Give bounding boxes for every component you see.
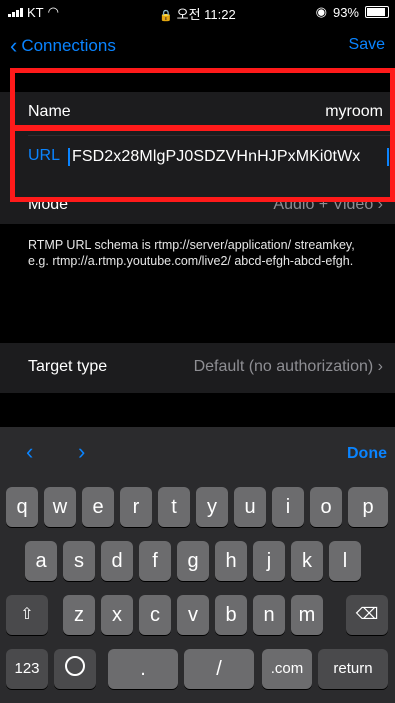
key-f[interactable]: f	[139, 541, 171, 581]
slash-key[interactable]: /	[184, 649, 254, 689]
keyboard: ‹ › Done q w e r t y u i o p a s d f g h…	[0, 427, 395, 703]
chevron-right-icon: ›	[377, 358, 383, 375]
previous-field-icon[interactable]: ‹	[26, 439, 33, 465]
highlight-box-name	[10, 68, 395, 130]
nav-bar: ‹ Connections Save	[0, 30, 395, 64]
target-type-label: Target type	[28, 358, 108, 375]
save-button[interactable]: Save	[349, 36, 385, 54]
key-j[interactable]: j	[253, 541, 285, 581]
key-e[interactable]: e	[82, 487, 114, 527]
chevron-left-icon: ‹	[10, 33, 18, 58]
backspace-key[interactable]: ⌫	[346, 595, 388, 635]
done-button[interactable]: Done	[347, 445, 387, 463]
next-field-icon[interactable]: ›	[78, 439, 85, 465]
dotcom-key[interactable]: .com	[262, 649, 312, 689]
key-u[interactable]: u	[234, 487, 266, 527]
key-g[interactable]: g	[177, 541, 209, 581]
battery-area: ◉ 93%	[316, 4, 389, 20]
key-a[interactable]: a	[25, 541, 57, 581]
key-m[interactable]: m	[291, 595, 323, 635]
key-i[interactable]: i	[272, 487, 304, 527]
key-k[interactable]: k	[291, 541, 323, 581]
target-type-value: Default (no authorization) ›	[194, 358, 383, 376]
key-l[interactable]: l	[329, 541, 361, 581]
key-b[interactable]: b	[215, 595, 247, 635]
key-n[interactable]: n	[253, 595, 285, 635]
key-d[interactable]: d	[101, 541, 133, 581]
highlight-box-url	[10, 126, 395, 202]
shift-key[interactable]: ⇧	[6, 595, 48, 635]
key-o[interactable]: o	[310, 487, 342, 527]
battery-icon	[365, 6, 389, 18]
keyboard-toolbar: ‹ › Done	[0, 427, 395, 477]
time-label: 오전 11:22	[176, 7, 236, 22]
lock-icon: 🔒	[159, 10, 173, 22]
status-bar: KT ◠ 🔒 오전 11:22 ◉ 93%	[0, 0, 395, 22]
url-help-text: RTMP URL schema is rtmp://server/applica…	[28, 238, 355, 268]
dot-key[interactable]: .	[108, 649, 178, 689]
key-y[interactable]: y	[196, 487, 228, 527]
shift-icon: ⇧	[20, 606, 34, 623]
key-c[interactable]: c	[139, 595, 171, 635]
return-key[interactable]: return	[318, 649, 388, 689]
globe-key[interactable]	[54, 649, 96, 689]
key-h[interactable]: h	[215, 541, 247, 581]
key-p[interactable]: p	[348, 487, 388, 527]
globe-icon	[65, 656, 85, 676]
key-w[interactable]: w	[44, 487, 76, 527]
battery-percent: 93%	[332, 4, 359, 20]
alarm-icon: ◉	[315, 4, 327, 19]
backspace-icon: ⌫	[355, 606, 379, 623]
target-type-value-text: Default (no authorization)	[193, 358, 374, 375]
key-z[interactable]: z	[63, 595, 95, 635]
key-q[interactable]: q	[6, 487, 38, 527]
target-type-row[interactable]: Target type Default (no authorization) ›	[0, 343, 395, 393]
key-r[interactable]: r	[120, 487, 152, 527]
back-button[interactable]: ‹ Connections	[10, 33, 116, 58]
key-t[interactable]: t	[158, 487, 190, 527]
back-label: Connections	[21, 36, 116, 55]
key-x[interactable]: x	[101, 595, 133, 635]
numbers-key[interactable]: 123	[6, 649, 48, 689]
key-v[interactable]: v	[177, 595, 209, 635]
key-s[interactable]: s	[63, 541, 95, 581]
